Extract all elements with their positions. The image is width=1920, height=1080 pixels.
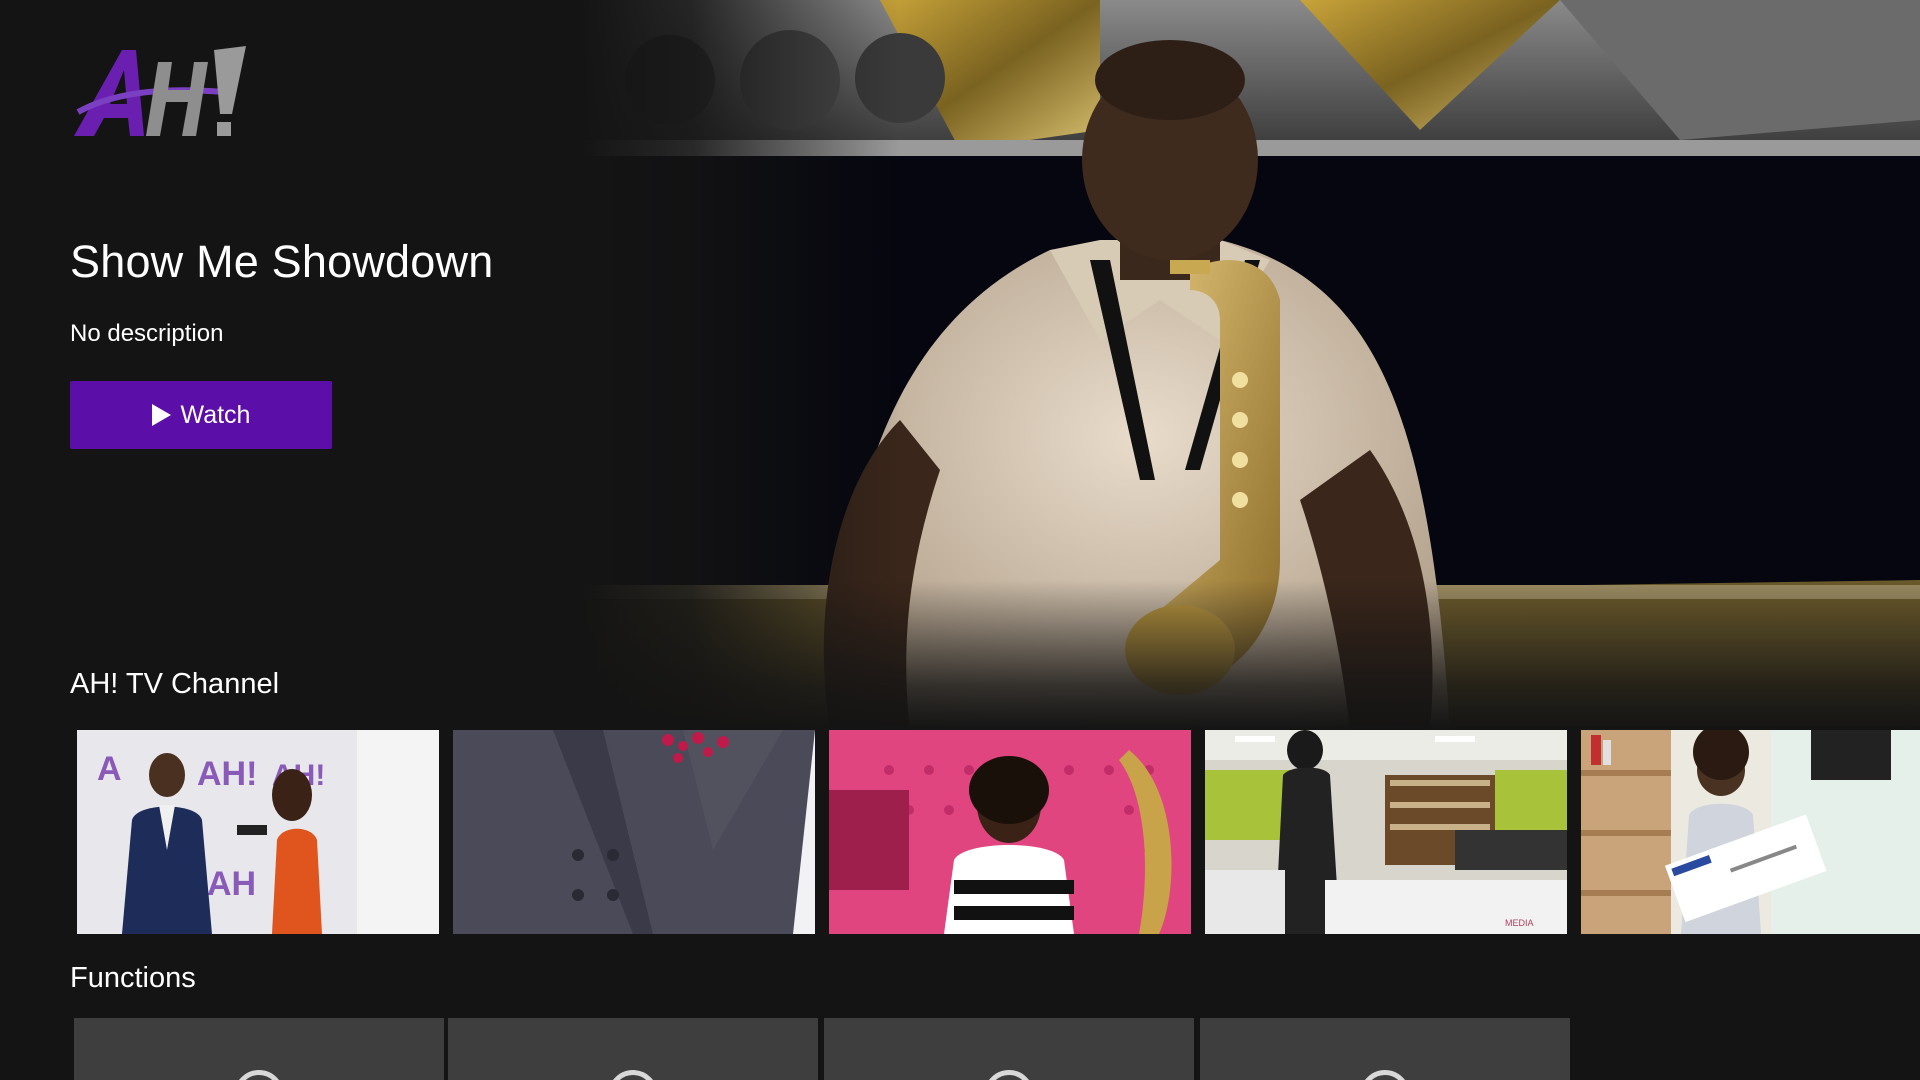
play-icon — [151, 404, 171, 426]
function-icon — [1360, 1070, 1410, 1080]
svg-text:AH: AH — [207, 865, 256, 903]
hero-fade-bottom — [580, 580, 1920, 730]
function-icon — [234, 1070, 284, 1080]
svg-text:MEDIA: MEDIA — [1505, 918, 1534, 928]
row-title-functions: Functions — [70, 962, 196, 994]
thumbnail-library[interactable]: MEDIA — [1205, 730, 1567, 934]
tv-home-screen: Show Me Showdown No description Watch AH… — [0, 0, 1920, 1080]
watch-button-label: Watch — [180, 400, 251, 429]
function-icon — [984, 1070, 1034, 1080]
thumbnail-suit[interactable] — [453, 730, 815, 934]
function-tile-4[interactable] — [1200, 1018, 1570, 1080]
thumbnail-interview[interactable]: A AH! AH! AH — [77, 730, 439, 934]
hero-background-image — [580, 0, 1920, 730]
function-tile-3[interactable] — [824, 1018, 1194, 1080]
functions-row — [74, 1018, 1574, 1080]
svg-text:A: A — [97, 750, 122, 788]
show-title: Show Me Showdown — [70, 236, 494, 287]
watch-button[interactable]: Watch — [70, 381, 332, 449]
svg-text:AH!: AH! — [197, 755, 257, 793]
channel-thumbnail-row: A AH! AH! AH — [77, 730, 1920, 934]
row-title-channel: AH! TV Channel — [70, 668, 280, 700]
thumbnail-pink-chair[interactable] — [829, 730, 1191, 934]
ah-logo — [74, 42, 254, 142]
function-icon — [608, 1070, 658, 1080]
function-tile-1[interactable] — [74, 1018, 444, 1080]
function-tile-2[interactable] — [448, 1018, 818, 1080]
thumbnail-certificate[interactable] — [1581, 730, 1920, 934]
show-description: No description — [70, 320, 224, 347]
